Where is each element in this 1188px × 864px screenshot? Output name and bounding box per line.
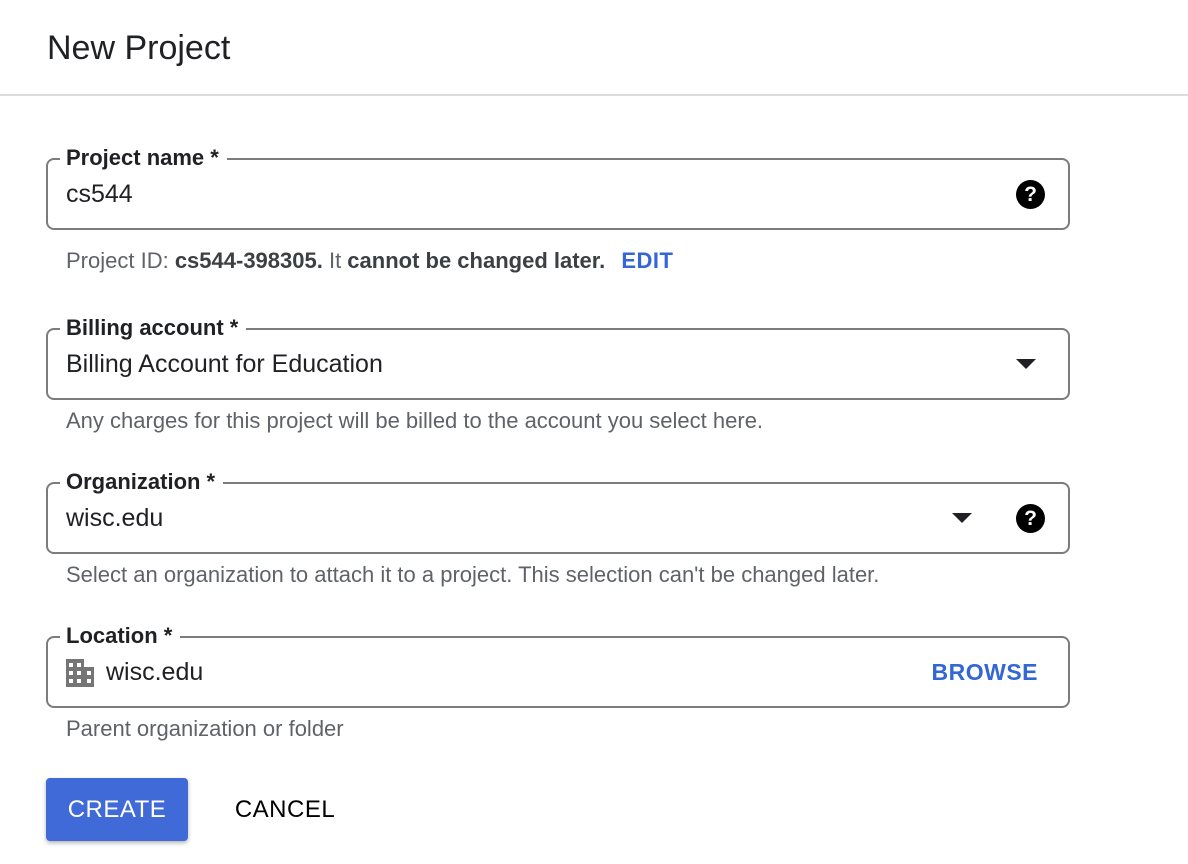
help-circle-icon[interactable]: ? [1016,504,1045,533]
project-id-value: cs544-398305. [174,248,323,273]
project-name-field[interactable]: Project name * cs544 ? [46,143,1070,230]
project-id-note: cannot be changed later. [347,248,606,273]
arrow-drop-down-icon[interactable] [952,513,972,523]
organization-label: Organization * [60,467,224,497]
browse-button[interactable]: BROWSE [932,657,1039,687]
project-name-input[interactable]: cs544 [66,178,133,210]
organization-hint: Select an organization to attach it to a… [66,562,880,587]
location-hint: Parent organization or folder [66,716,344,741]
page-title: New Project [47,29,231,67]
project-name-label: Project name * [60,143,227,173]
project-id-prefix: Project ID: [66,248,175,273]
edit-project-id-link[interactable]: EDIT [621,248,673,273]
arrow-drop-down-icon[interactable] [1016,359,1036,369]
domain-building-icon [66,659,94,687]
dialog-header: New Project [0,0,1188,96]
help-circle-icon[interactable]: ? [1016,180,1045,209]
billing-account-label: Billing account * [60,313,247,343]
project-id-middle: It [322,248,348,273]
organization-select[interactable]: Organization * wisc.edu ? [46,467,1070,554]
cancel-button[interactable]: CANCEL [220,778,350,841]
billing-account-value: Billing Account for Education [66,350,383,378]
billing-account-select[interactable]: Billing account * Billing Account for Ed… [46,313,1070,400]
billing-account-hint: Any charges for this project will be bil… [66,408,764,433]
location-label: Location * [60,621,181,651]
location-field[interactable]: Location * wisc.edu BROWSE [46,621,1070,708]
create-button[interactable]: CREATE [46,778,188,841]
location-value: wisc.edu [106,658,204,686]
project-id-hint: Project ID: cs544-398305. It cannot be c… [66,246,674,276]
organization-value: wisc.edu [66,504,164,532]
